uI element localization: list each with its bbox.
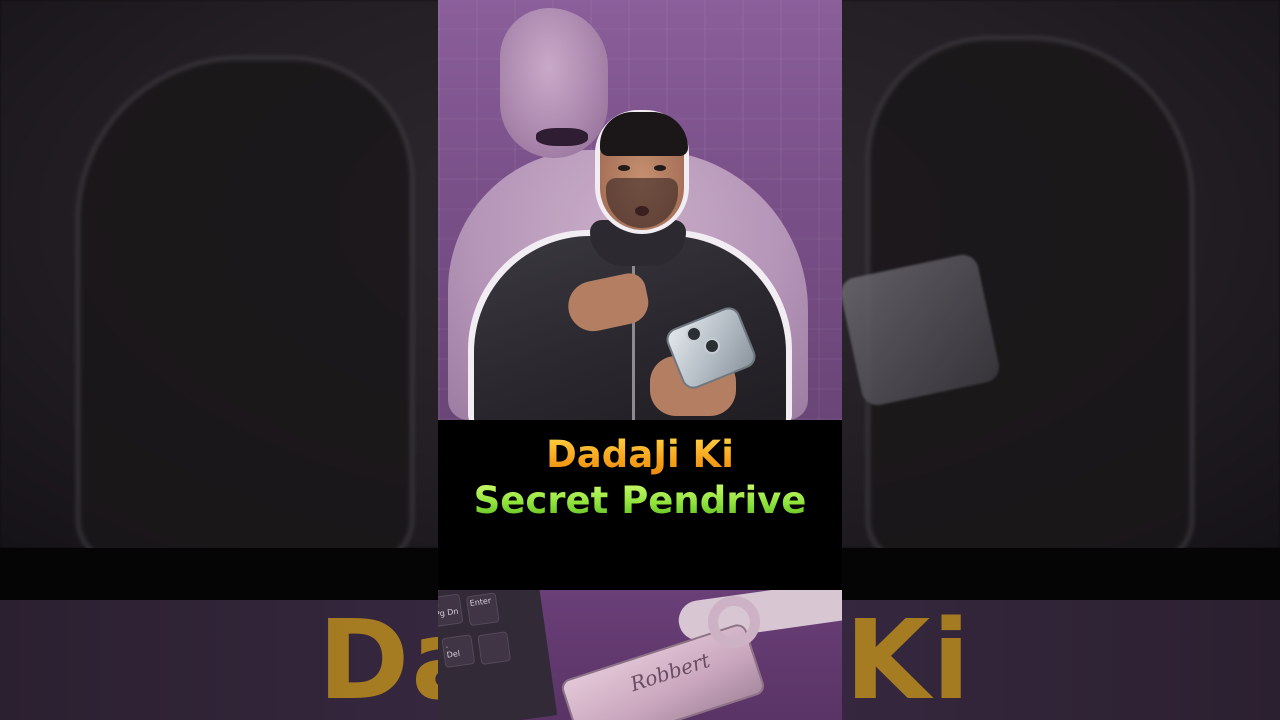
phone-camera-lens (688, 328, 700, 340)
presenter-mouth (635, 206, 649, 216)
keyboard-key: . Del (441, 634, 476, 669)
presenter-eye-left (618, 165, 630, 171)
shorts-thumbnail: Da Ki DadaJi Ki DadaJi Ki Secret Pendriv… (0, 0, 1280, 720)
meme-mouth (536, 128, 588, 146)
title-line-1: DadaJi Ki (438, 432, 842, 478)
laptop-keyboard: 3 Pg Dn Enter . Del (438, 590, 558, 720)
pendrive-scene: 3 Pg Dn Enter . Del Robbert (438, 590, 842, 720)
keyboard-key: Enter (465, 592, 500, 627)
keyboard-key (477, 631, 512, 666)
phone-camera-lens (706, 340, 718, 352)
backdrop-word-right: Ki (845, 596, 972, 720)
backdrop-shoulder-left (80, 60, 410, 560)
presenter-eye-right (654, 165, 666, 171)
pendrive-keyring (708, 596, 760, 648)
video-frame[interactable]: DadaJi Ki DadaJi Ki Secret Pendrive Secr… (438, 0, 842, 720)
keyboard-key: 3 Pg Dn (438, 593, 464, 628)
title-line-2: Secret Pendrive (438, 478, 842, 524)
